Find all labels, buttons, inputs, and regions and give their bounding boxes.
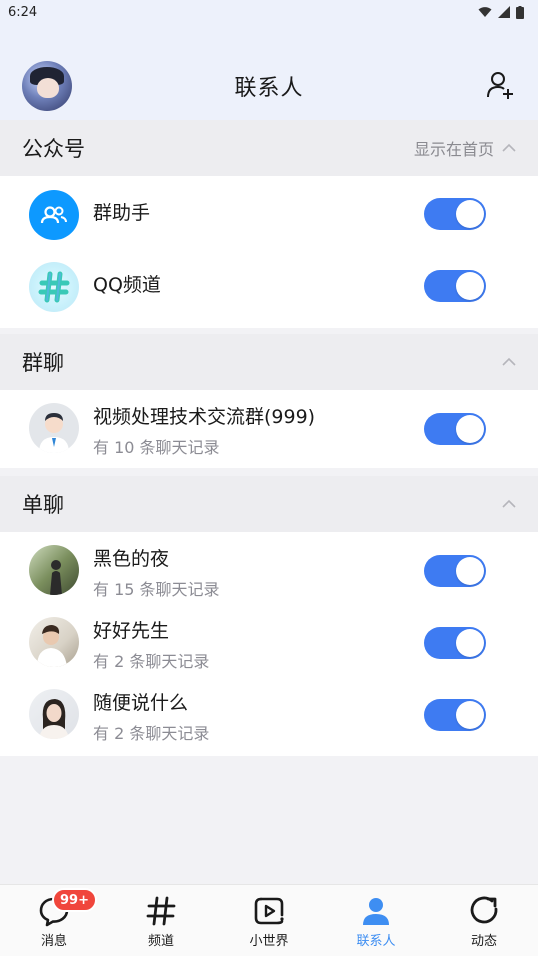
toggle-switch[interactable] (424, 699, 486, 731)
toggle-switch[interactable] (424, 198, 486, 230)
page-title: 联系人 (234, 76, 304, 101)
toggle-switch[interactable] (424, 555, 486, 587)
tab-moments[interactable]: 动态 (430, 885, 538, 956)
signal-icon (498, 6, 510, 18)
list-item[interactable]: 好好先生 有 2 条聊天记录 (0, 606, 538, 678)
section-title: 公众号 (22, 137, 85, 161)
contact-avatar (29, 617, 79, 667)
direct-list: 黑色的夜 有 15 条聊天记录 好好先生 有 2 条聊天记录 随便说什么 有 2… (0, 532, 538, 756)
tab-messages[interactable]: 99+ 消息 (0, 885, 108, 956)
list-item[interactable]: 群助手 (0, 178, 538, 250)
person-photo-icon (50, 560, 62, 595)
section-direct-header[interactable]: 单聊 (0, 476, 538, 532)
list-item[interactable]: QQ频道 (0, 250, 538, 322)
person-photo-icon (39, 699, 69, 739)
section-title: 群聊 (22, 351, 64, 375)
official-list: 群助手 QQ频道 (0, 176, 538, 328)
section-official-header[interactable]: 公众号 显示在首页 (0, 120, 538, 176)
item-name: 随便说什么 (93, 692, 189, 714)
item-name: 视频处理技术交流群(999) (93, 406, 316, 428)
tab-label: 小世界 (249, 934, 289, 949)
section-title: 单聊 (22, 493, 64, 517)
group-assistant-avatar (29, 190, 79, 240)
contacts-icon (363, 898, 389, 925)
item-name: QQ频道 (93, 274, 161, 296)
toggle-switch[interactable] (424, 627, 486, 659)
group-assistant-icon (40, 206, 67, 224)
tab-label: 消息 (40, 934, 67, 949)
item-name: 群助手 (93, 202, 151, 224)
list-item[interactable]: 黑色的夜 有 15 条聊天记录 (0, 534, 538, 606)
tab-contacts[interactable]: 联系人 (322, 885, 430, 956)
item-subtitle: 有 10 条聊天记录 (93, 438, 220, 457)
list-item[interactable]: 视频处理技术交流群(999) 有 10 条聊天记录 (0, 392, 538, 464)
unread-badge: 99+ (52, 888, 97, 912)
default-person-icon (39, 413, 69, 453)
list-item[interactable]: 随便说什么 有 2 条聊天记录 (0, 678, 538, 750)
contact-avatar (29, 689, 79, 739)
tab-label: 频道 (147, 934, 174, 949)
item-name: 黑色的夜 (93, 548, 170, 570)
bottom-tab-bar: 99+ 消息 频道 小世界 联系人 动态 (0, 884, 538, 956)
refresh-icon (470, 896, 498, 924)
tab-label: 动态 (470, 934, 497, 949)
chevron-up-icon[interactable] (502, 141, 516, 155)
toggle-switch[interactable] (424, 270, 486, 302)
status-bar: 6:24 (0, 0, 538, 24)
battery-icon (516, 5, 524, 19)
item-name: 好好先生 (93, 620, 170, 642)
item-subtitle: 有 15 条聊天记录 (93, 580, 220, 599)
hashtag-icon (146, 896, 176, 926)
add-contact-icon[interactable] (486, 70, 516, 100)
qq-channel-avatar (29, 262, 79, 312)
person-photo-icon (37, 625, 67, 667)
section-groups-header[interactable]: 群聊 (0, 334, 538, 390)
show-on-home-label[interactable]: 显示在首页 (414, 136, 494, 160)
tab-channels[interactable]: 频道 (107, 885, 215, 956)
wifi-icon (478, 7, 492, 17)
toggle-switch[interactable] (424, 413, 486, 445)
header: 联系人 (0, 24, 538, 120)
chevron-up-icon[interactable] (502, 355, 516, 369)
play-icon (254, 897, 284, 925)
chevron-up-icon[interactable] (502, 497, 516, 511)
group-avatar (29, 403, 79, 453)
item-subtitle: 有 2 条聊天记录 (93, 724, 210, 743)
hashtag-logo-icon (38, 271, 70, 303)
status-time: 6:24 (8, 4, 38, 20)
item-subtitle: 有 2 条聊天记录 (93, 652, 210, 671)
groups-list: 视频处理技术交流群(999) 有 10 条聊天记录 (0, 390, 538, 468)
tab-label: 联系人 (356, 934, 396, 949)
tab-small-world[interactable]: 小世界 (215, 885, 323, 956)
contact-avatar (29, 545, 79, 595)
